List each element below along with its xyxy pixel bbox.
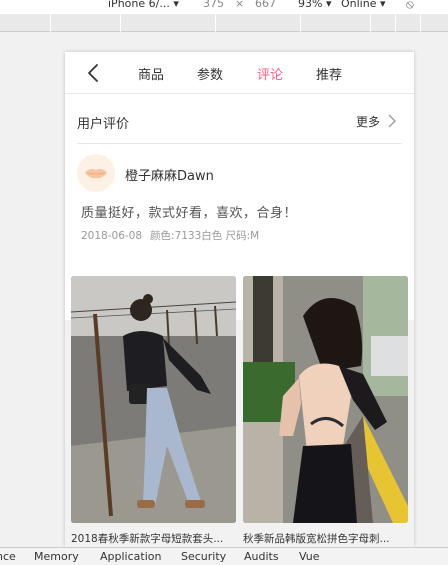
devtools-tabbar: nce Memory Application Security Audits V… bbox=[0, 547, 448, 565]
tab-products[interactable]: 商品 bbox=[138, 64, 164, 83]
review-spec: 颜色:7133白色 尺码:M bbox=[150, 230, 260, 242]
product-image[interactable] bbox=[71, 276, 236, 523]
device-toolbar: iPhone 6/... ▾ 375 × 667 93% ▾ Online ▾ … bbox=[0, 0, 448, 14]
height-field[interactable]: 667 bbox=[255, 0, 276, 10]
mobile-viewport: 商品 参数 评论 推荐 用户评价 更多 橙子麻麻Dawn 质量挺好，款式好看，喜… bbox=[65, 52, 414, 547]
device-select[interactable]: iPhone 6/... ▾ bbox=[108, 0, 179, 10]
zoom-select[interactable]: 93% ▾ bbox=[298, 0, 331, 10]
product-caption[interactable]: 2018春秋季新款字母短款套头... bbox=[71, 531, 236, 546]
divider bbox=[77, 143, 402, 144]
devtools-tab-security[interactable]: Security bbox=[181, 550, 226, 563]
product-image[interactable] bbox=[243, 276, 408, 523]
device-ruler bbox=[0, 14, 448, 32]
rotate-icon[interactable]: ⦸ bbox=[406, 0, 414, 12]
review-text: 质量挺好，款式好看，喜欢，合身！ bbox=[81, 206, 298, 221]
network-select[interactable]: Online ▾ bbox=[341, 0, 386, 10]
avatar bbox=[77, 154, 115, 192]
more-reviews-link[interactable]: 更多 bbox=[356, 113, 380, 130]
review-date: 2018-06-08 bbox=[81, 230, 143, 242]
reviewer-name: 橙子麻麻Dawn bbox=[125, 169, 214, 184]
devtools-tab-audits[interactable]: Audits bbox=[244, 550, 279, 563]
lips-icon bbox=[85, 169, 107, 179]
chevron-right-icon[interactable] bbox=[386, 114, 398, 128]
width-field[interactable]: 375 bbox=[203, 0, 224, 10]
devtools-tab-application[interactable]: Application bbox=[100, 550, 161, 563]
tab-reviews[interactable]: 评论 bbox=[257, 64, 283, 83]
devtools-tab-memory[interactable]: Memory bbox=[34, 550, 79, 563]
review-section-title: 用户评价 bbox=[77, 117, 130, 132]
top-nav: 商品 参数 评论 推荐 bbox=[65, 52, 414, 94]
times-label: × bbox=[235, 0, 245, 10]
devtools-tab-vue[interactable]: Vue bbox=[299, 550, 320, 563]
back-arrow-icon[interactable] bbox=[84, 63, 104, 83]
devtools-tab-performance[interactable]: nce bbox=[0, 550, 16, 563]
tab-recommend[interactable]: 推荐 bbox=[316, 64, 342, 83]
product-caption[interactable]: 秋季新品韩版宽松拼色字母刺... bbox=[243, 531, 408, 546]
review-meta: 2018-06-08 颜色:7133白色 尺码:M bbox=[81, 228, 259, 243]
tab-params[interactable]: 参数 bbox=[197, 64, 223, 83]
